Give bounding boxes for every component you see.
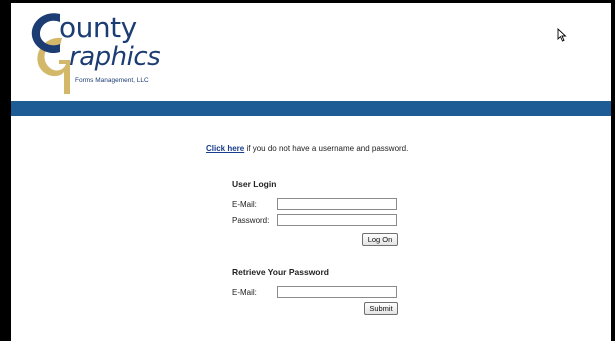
- logo-word-county: ounty: [59, 11, 137, 44]
- retrieve-password-heading: Retrieve Your Password: [232, 267, 330, 277]
- window-frame-left: [0, 0, 11, 341]
- retrieve-email-label: E-Mail:: [232, 288, 257, 297]
- signup-prompt: Click here if you do not have a username…: [206, 144, 408, 153]
- login-email-input[interactable]: [277, 198, 397, 210]
- login-email-label: E-Mail:: [232, 200, 257, 209]
- company-logo[interactable]: ounty raphics Forms Management, LLC: [26, 8, 186, 94]
- mouse-pointer-icon: [557, 27, 567, 44]
- window-frame-top: [0, 0, 615, 3]
- logo-subtitle: Forms Management, LLC: [75, 77, 149, 84]
- password-input[interactable]: [277, 214, 397, 226]
- retrieve-email-input[interactable]: [277, 286, 397, 298]
- password-label: Password:: [232, 216, 270, 225]
- logo-word-graphics: raphics: [69, 42, 161, 72]
- signup-prompt-text: if you do not have a username and passwo…: [244, 144, 409, 153]
- window-frame-right: [611, 0, 615, 341]
- log-on-button[interactable]: Log On: [362, 233, 398, 246]
- click-here-link[interactable]: Click here: [206, 144, 244, 153]
- user-login-heading: User Login: [232, 179, 277, 189]
- submit-button[interactable]: Submit: [364, 302, 398, 315]
- header-band: [11, 101, 611, 116]
